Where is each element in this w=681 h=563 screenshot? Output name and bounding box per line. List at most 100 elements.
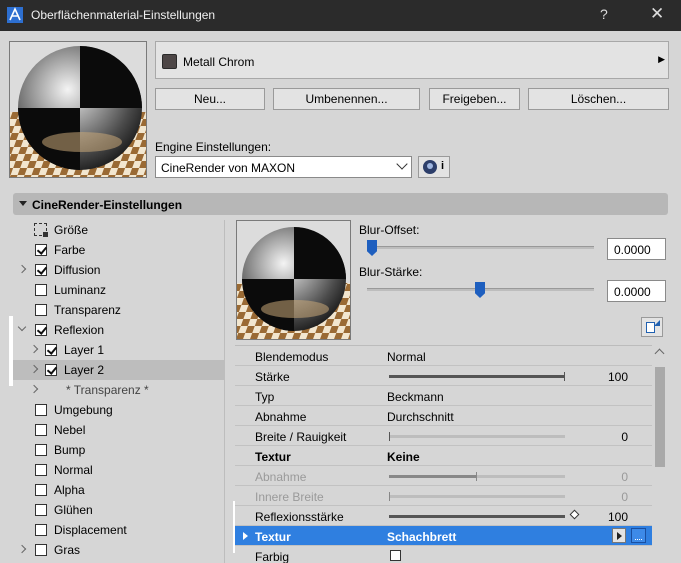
checkbox[interactable] (35, 504, 47, 516)
scroll-thumb[interactable] (655, 367, 665, 467)
tree-item-label: * Transparenz * (66, 383, 149, 397)
prop-row-strength[interactable]: Stärke 100 (235, 366, 652, 386)
checkbox[interactable] (45, 344, 57, 356)
prop-row-texture[interactable]: Textur Schachbrett (235, 526, 652, 546)
tree-item-layer-2[interactable]: Layer 2 (13, 360, 224, 380)
archicad-app-icon (7, 7, 23, 23)
prop-row-texture-header[interactable]: Textur Keine (235, 446, 652, 466)
tree-item-normal[interactable]: Normal (13, 460, 224, 480)
prop-value[interactable]: Durchschnitt (387, 410, 454, 424)
export-settings-button[interactable] (641, 317, 663, 337)
tree-item-layer-1[interactable]: Layer 1 (13, 340, 224, 360)
expand-arrow-icon[interactable] (29, 384, 39, 394)
section-title: CineRender-Einstellungen (32, 198, 183, 212)
blur-offset-label: Blur-Offset: (359, 223, 420, 237)
checkbox[interactable] (35, 324, 47, 336)
chevron-down-icon (396, 158, 408, 170)
tree-item-label: Glühen (54, 503, 93, 517)
prop-row-roughness[interactable]: Breite / Rauigkeit 0 (235, 426, 652, 446)
tree-item-grass[interactable]: Gras (13, 540, 224, 560)
tree-item-bump[interactable]: Bump (13, 440, 224, 460)
new-button[interactable]: Neu... (155, 88, 265, 110)
tree-item-color[interactable]: Farbe (13, 240, 224, 260)
prop-row-colored[interactable]: Farbig (235, 546, 652, 563)
prop-row-reflection-strength[interactable]: Reflexionsstärke 100 (235, 506, 652, 526)
checkbox[interactable] (35, 444, 47, 456)
engine-select-value: CineRender von MAXON (161, 161, 296, 175)
triangle-right-icon[interactable] (243, 532, 248, 540)
expand-arrow-icon[interactable] (29, 344, 39, 354)
blur-strength-thumb[interactable] (475, 282, 485, 298)
prop-row-falloff-dim: Abnahme 0 (235, 466, 652, 486)
checkbox[interactable] (35, 484, 47, 496)
checkbox[interactable] (35, 284, 47, 296)
tree-item-displacement[interactable]: Displacement (13, 520, 224, 540)
engine-info-button[interactable]: i (418, 156, 450, 178)
checkbox[interactable] (35, 264, 47, 276)
prop-slider (389, 472, 565, 481)
blur-strength-field[interactable]: 0.0000 (607, 280, 666, 302)
tree-item-reflection-transparency[interactable]: * Transparenz * (13, 380, 224, 400)
tree-item-alpha[interactable]: Alpha (13, 480, 224, 500)
prop-value[interactable]: Keine (387, 450, 420, 464)
tree-item-reflection[interactable]: Reflexion (13, 320, 224, 340)
expand-arrow-icon[interactable] (17, 264, 27, 274)
checkbox[interactable] (35, 304, 47, 316)
prop-value[interactable]: Beckmann (387, 390, 444, 404)
close-button[interactable]: ✕ (650, 4, 664, 24)
prop-number[interactable]: 100 (608, 510, 628, 524)
tree-item-transparency[interactable]: Transparenz (13, 300, 224, 320)
share-button[interactable]: Freigeben... (429, 88, 520, 110)
prop-slider[interactable] (389, 372, 565, 381)
property-scrollbar[interactable] (652, 345, 668, 563)
blur-offset-thumb[interactable] (367, 240, 377, 256)
rename-button[interactable]: Umbenennen... (273, 88, 420, 110)
checkbox[interactable] (35, 464, 47, 476)
chevron-right-icon: ▶ (658, 54, 665, 64)
prop-row-blend-mode[interactable]: Blendemodus Normal (235, 346, 652, 366)
expand-arrow-icon[interactable] (29, 364, 39, 374)
tree-item-fog[interactable]: Nebel (13, 420, 224, 440)
collapse-arrow-icon[interactable] (17, 322, 27, 332)
material-selector[interactable]: Metall Chrom ▶ (155, 41, 669, 79)
title-bar: Oberflächenmaterial-Einstellungen ? ✕ (0, 0, 681, 31)
texture-menu-button[interactable] (612, 528, 626, 543)
blur-offset-slider[interactable] (367, 246, 594, 249)
tree-item-glow[interactable]: Glühen (13, 500, 224, 520)
prop-slider[interactable] (389, 432, 565, 441)
tree-item-size[interactable]: Größe (13, 220, 224, 240)
expand-arrow-icon[interactable] (17, 544, 27, 554)
checkbox[interactable] (35, 524, 47, 536)
tree-item-label: Größe (54, 223, 89, 237)
colored-checkbox[interactable] (390, 550, 401, 561)
checkbox[interactable] (35, 244, 47, 256)
prop-slider[interactable] (389, 515, 565, 518)
tree-item-diffusion[interactable]: Diffusion (13, 260, 224, 280)
tree-item-luminance[interactable]: Luminanz (13, 280, 224, 300)
prop-number[interactable]: 0 (621, 430, 628, 444)
tree-item-label: Gras (54, 543, 81, 557)
prop-number[interactable]: 100 (608, 370, 628, 384)
prop-row-type[interactable]: Typ Beckmann (235, 386, 652, 406)
help-button[interactable]: ? (600, 6, 608, 22)
delete-button[interactable]: Löschen... (528, 88, 669, 110)
tree-item-environment[interactable]: Umgebung (13, 400, 224, 420)
material-preview (9, 41, 147, 178)
prop-value[interactable]: Schachbrett (387, 530, 456, 544)
checkbox[interactable] (45, 364, 57, 376)
tree-item-label: Layer 2 (64, 363, 105, 377)
scroll-up-icon[interactable] (654, 348, 665, 359)
keyframe-diamond-icon[interactable] (569, 509, 580, 520)
checkbox[interactable] (35, 424, 47, 436)
cinerender-section-header[interactable]: CineRender-Einstellungen (13, 193, 668, 215)
dialog-body: Metall Chrom ▶ Neu... Umbenennen... Frei… (0, 31, 681, 563)
prop-row-falloff[interactable]: Abnahme Durchschnitt (235, 406, 652, 426)
engine-select[interactable]: CineRender von MAXON (155, 156, 412, 178)
checkbox[interactable] (35, 404, 47, 416)
blur-offset-field[interactable]: 0.0000 (607, 238, 666, 260)
prop-value[interactable]: Normal (387, 350, 426, 364)
triangle-down-icon (19, 201, 27, 206)
texture-edit-button[interactable] (631, 528, 646, 543)
tree-item-label: Displacement (54, 523, 127, 537)
checkbox[interactable] (35, 544, 47, 556)
